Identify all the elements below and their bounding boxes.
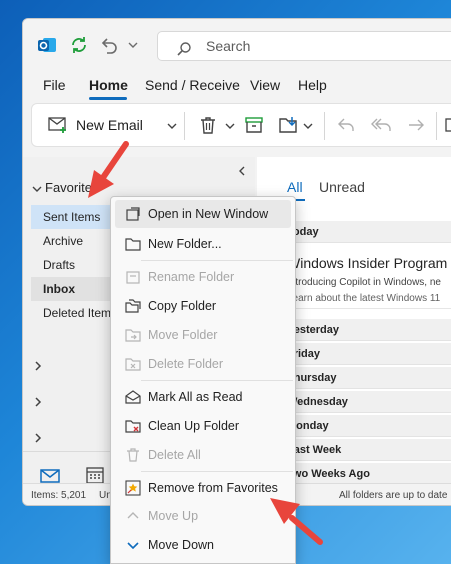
folder-item-archive[interactable]: Archive [31,229,121,253]
more-actions-icon[interactable] [444,115,451,135]
archive-icon[interactable] [244,115,264,135]
title-bar: Search [23,19,451,71]
menu-item-mark-all-read[interactable]: Mark All as Read [115,383,291,411]
menu-item-label: Rename Folder [148,270,235,284]
search-input[interactable]: Search [157,31,451,61]
menu-item-label: Copy Folder [148,299,217,313]
mark-read-icon [125,389,141,405]
folder-context-menu: Open in New Window New Folder... Rename … [110,196,296,564]
folder-item-sent[interactable]: Sent Items [31,205,121,229]
menu-item-label: Delete Folder [148,357,224,371]
ribbon-divider [436,112,437,140]
sync-status: All folders are up to date [339,490,448,501]
menu-item-label: New Folder... [148,237,222,251]
chevron-right-icon[interactable] [33,395,43,407]
sync-icon[interactable] [69,35,89,55]
folder-item-inbox[interactable]: Inbox [31,277,121,301]
favorites-header[interactable]: Favorites [45,180,98,195]
menu-item-label: Remove from Favorites [148,481,278,495]
menu-item-label: Move Up [148,509,199,523]
menu-item-copy-folder[interactable]: Copy Folder [115,292,291,320]
reply-all-icon[interactable] [370,115,392,135]
move-to-icon[interactable] [278,115,300,135]
delete-folder-icon [125,356,141,372]
menu-separator [141,260,293,261]
new-email-icon [48,116,68,134]
folder-item-deleted[interactable]: Deleted Items [31,301,121,325]
item-count: Items: 5,201 [31,490,87,501]
menu-bar: File Home Send / Receive View Help [23,73,451,99]
folder-item-drafts[interactable]: Drafts [31,253,121,277]
ribbon: New Email [31,103,451,147]
menu-separator [141,471,293,472]
ribbon-divider [324,112,325,140]
menu-item-new-folder[interactable]: New Folder... [115,230,291,258]
forward-icon[interactable] [406,115,426,135]
menu-item-delete-all[interactable]: Delete All [115,441,291,469]
new-email-dropdown-icon[interactable] [166,119,178,131]
menu-item-label: Move Folder [148,328,218,342]
message-sender: Windows Insider Program [287,255,448,271]
new-folder-icon [125,236,141,252]
menu-item-clean-up-folder[interactable]: Clean Up Folder [115,412,291,440]
menu-item-open-new-window[interactable]: Open in New Window [115,200,291,228]
collapse-pane-icon[interactable] [237,163,247,176]
message-subject: Introducing Copilot in Windows, ne [287,277,441,288]
menu-item-label: Mark All as Read [148,390,243,404]
menu-item-label: Open in New Window [148,207,269,221]
menu-item-label: Move Down [148,538,214,552]
open-window-icon [125,206,141,222]
new-email-button[interactable]: New Email [38,108,158,142]
menu-item-move-up[interactable]: Move Up [115,502,291,530]
message-preview: Learn about the latest Windows 11 [287,293,441,304]
menu-separator [141,380,293,381]
rename-folder-icon [125,269,141,285]
menu-send-receive[interactable]: Send / Receive [145,77,240,93]
copy-folder-icon [125,298,141,314]
chevron-right-icon[interactable] [33,431,43,443]
chevron-right-icon[interactable] [33,359,43,371]
chevron-down-icon[interactable] [127,38,139,50]
calendar-icon[interactable] [85,465,105,485]
ribbon-divider [184,112,185,140]
reply-icon[interactable] [336,115,356,135]
undo-icon[interactable] [99,35,119,55]
menu-item-move-down[interactable]: Move Down [115,531,291,559]
new-email-label: New Email [76,117,143,133]
chevron-down-icon [125,537,141,553]
move-folder-icon [125,327,141,343]
chevron-up-icon [125,508,141,524]
menu-home[interactable]: Home [89,77,128,93]
delete-all-icon [125,447,141,463]
menu-help[interactable]: Help [298,77,327,93]
menu-item-remove-favorites[interactable]: Remove from Favorites [115,474,291,502]
delete-icon[interactable] [198,115,218,135]
search-placeholder: Search [206,38,251,54]
outlook-logo-icon [37,35,57,55]
menu-item-rename-folder[interactable]: Rename Folder [115,263,291,291]
menu-item-label: Delete All [148,448,201,462]
menu-file[interactable]: File [43,77,66,93]
menu-item-move-folder[interactable]: Move Folder [115,321,291,349]
menu-item-delete-folder[interactable]: Delete Folder [115,350,291,378]
tab-all[interactable]: All [287,179,303,195]
menu-item-label: Clean Up Folder [148,419,240,433]
active-tab-indicator [89,97,127,100]
menu-view[interactable]: View [250,77,280,93]
search-icon [176,38,192,56]
tab-unread[interactable]: Unread [319,179,365,195]
move-dropdown-icon[interactable] [302,119,314,131]
chevron-down-icon[interactable] [31,182,43,194]
delete-dropdown-icon[interactable] [224,119,236,131]
clean-up-icon [125,418,141,434]
star-icon [125,480,141,496]
